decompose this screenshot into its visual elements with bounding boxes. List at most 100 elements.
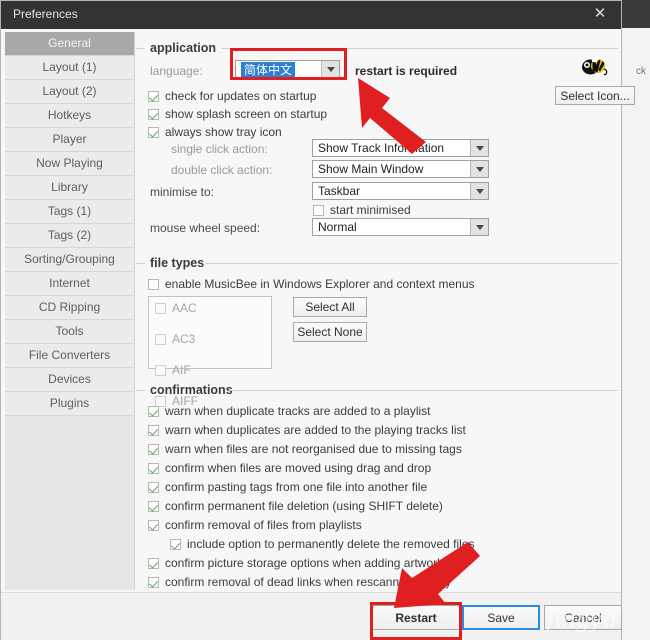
chevron-down-icon[interactable] <box>470 219 488 235</box>
sidebar-item-label: Tags (1) <box>48 204 91 218</box>
sidebar-item-label: Tools <box>55 324 83 338</box>
sidebar-item-label: Player <box>52 132 86 146</box>
checkbox-icon <box>148 109 159 120</box>
file-type-item[interactable]: AAC <box>155 301 277 315</box>
sidebar-item-file-converters[interactable]: File Converters <box>5 344 134 368</box>
checkbox-icon <box>148 463 159 474</box>
app-checkbox-0[interactable]: check for updates on startup <box>148 89 316 103</box>
sidebar-item-label: Layout (2) <box>42 84 96 98</box>
sidebar-item-tags-2[interactable]: Tags (2) <box>5 224 134 248</box>
confirmation-checkbox-2[interactable]: warn when files are not reorganised due … <box>148 442 462 456</box>
sidebar-item-player[interactable]: Player <box>5 128 134 152</box>
sidebar-item-label: Library <box>51 180 88 194</box>
sidebar: General Layout (1) Layout (2) Hotkeys Player… <box>5 32 135 590</box>
start-minimised-checkbox[interactable]: start minimised <box>313 203 411 217</box>
language-label: language: <box>150 64 203 78</box>
chevron-down-icon[interactable] <box>321 61 339 77</box>
language-select[interactable]: 简体中文 <box>235 60 340 78</box>
enable-explorer-integration-checkbox[interactable]: enable MusicBee in Windows Explorer and … <box>148 277 475 291</box>
select-icon-button[interactable]: Select Icon... <box>555 86 635 105</box>
minimise-to-label: minimise to: <box>150 185 214 199</box>
confirmation-checkbox-8[interactable]: confirm picture storage options when add… <box>148 556 443 570</box>
sidebar-item-sorting-grouping[interactable]: Sorting/Grouping <box>5 248 134 272</box>
chevron-down-icon[interactable] <box>470 161 488 177</box>
mouse-wheel-speed-select[interactable]: Normal <box>312 218 489 236</box>
confirmation-label: confirm removal of dead links when resca… <box>165 575 451 589</box>
file-types-list[interactable]: AACAC3AIFAIFF <box>148 296 272 369</box>
checkbox-icon <box>148 279 159 290</box>
sidebar-item-layout-2[interactable]: Layout (2) <box>5 80 134 104</box>
start-minimised-label: start minimised <box>330 203 411 217</box>
restart-button[interactable]: Restart <box>372 605 460 630</box>
sidebar-item-general[interactable]: General <box>5 32 134 56</box>
confirmation-checkbox-6[interactable]: confirm removal of files from playlists <box>148 518 362 532</box>
sidebar-item-label: Layout (1) <box>42 60 96 74</box>
mouse-wheel-speed-label: mouse wheel speed: <box>150 221 260 235</box>
single-click-action-value: Show Track Information <box>313 141 470 155</box>
sidebar-item-internet[interactable]: Internet <box>5 272 134 296</box>
sidebar-item-label: Plugins <box>50 396 89 410</box>
sidebar-item-label: File Converters <box>29 348 110 362</box>
confirmations-group-title: confirmations <box>150 383 233 397</box>
confirmation-checkbox-1[interactable]: warn when duplicates are added to the pl… <box>148 423 466 437</box>
mouse-wheel-speed-value: Normal <box>313 220 470 234</box>
file-type-item[interactable]: AIF <box>155 363 277 377</box>
app-checkbox-2[interactable]: always show tray icon <box>148 125 282 139</box>
confirmation-checkbox-3[interactable]: confirm when files are moved using drag … <box>148 461 431 475</box>
confirmation-label: confirm pasting tags from one file into … <box>165 480 427 494</box>
checkbox-icon <box>155 303 166 314</box>
checkbox-icon <box>148 406 159 417</box>
app-checkbox-label: check for updates on startup <box>165 89 316 103</box>
chevron-down-icon[interactable] <box>470 140 488 156</box>
confirmation-checkbox-0[interactable]: warn when duplicate tracks are added to … <box>148 404 430 418</box>
confirmation-label: include option to permanently delete the… <box>187 537 475 551</box>
double-click-action-value: Show Main Window <box>313 162 470 176</box>
confirmation-checkbox-7[interactable]: include option to permanently delete the… <box>170 537 475 551</box>
chevron-down-icon[interactable] <box>470 183 488 199</box>
sidebar-item-plugins[interactable]: Plugins <box>5 392 134 416</box>
sidebar-item-library[interactable]: Library <box>5 176 134 200</box>
minimise-to-select[interactable]: Taskbar <box>312 182 489 200</box>
sidebar-item-now-playing[interactable]: Now Playing <box>5 152 134 176</box>
checkbox-icon <box>148 425 159 436</box>
confirmation-checkbox-5[interactable]: confirm permanent file deletion (using S… <box>148 499 443 513</box>
sidebar-item-tags-1[interactable]: Tags (1) <box>5 200 134 224</box>
sidebar-item-tools[interactable]: Tools <box>5 320 134 344</box>
checkbox-icon <box>155 334 166 345</box>
confirmation-label: warn when files are not reorganised due … <box>165 442 462 456</box>
confirmation-label: warn when duplicates are added to the pl… <box>165 423 466 437</box>
single-click-action-select[interactable]: Show Track Information <box>312 139 489 157</box>
save-button[interactable]: Save <box>462 605 540 630</box>
sidebar-item-hotkeys[interactable]: Hotkeys <box>5 104 134 128</box>
cancel-button[interactable]: Cancel <box>544 605 622 630</box>
file-type-label: AAC <box>172 301 197 315</box>
settings-panel: application language: 简体中文 restart is re… <box>136 32 618 590</box>
select-all-button[interactable]: Select All <box>293 297 367 317</box>
confirmation-label: confirm permanent file deletion (using S… <box>165 499 443 513</box>
select-none-button[interactable]: Select None <box>293 322 367 342</box>
file-type-label: AIF <box>172 363 191 377</box>
sidebar-item-cd-ripping[interactable]: CD Ripping <box>5 296 134 320</box>
confirmation-checkbox-4[interactable]: confirm pasting tags from one file into … <box>148 480 427 494</box>
checkbox-icon <box>148 127 159 138</box>
sidebar-item-layout-1[interactable]: Layout (1) <box>5 56 134 80</box>
checkbox-icon <box>148 501 159 512</box>
checkbox-icon <box>148 558 159 569</box>
confirmation-checkbox-9[interactable]: confirm removal of dead links when resca… <box>148 575 451 589</box>
file-type-label: AC3 <box>172 332 195 346</box>
sidebar-item-label: Tags (2) <box>48 228 91 242</box>
double-click-action-select[interactable]: Show Main Window <box>312 160 489 178</box>
restart-required-note: restart is required <box>355 64 457 78</box>
sidebar-item-label: Devices <box>48 372 91 386</box>
checkbox-icon <box>148 91 159 102</box>
close-icon[interactable]: ✕ <box>591 5 609 23</box>
title-bar: Preferences ✕ <box>1 1 621 29</box>
checkbox-icon <box>148 577 159 588</box>
sidebar-item-devices[interactable]: Devices <box>5 368 134 392</box>
confirmation-label: confirm when files are moved using drag … <box>165 461 431 475</box>
app-checkbox-1[interactable]: show splash screen on startup <box>148 107 327 121</box>
checkbox-icon <box>170 539 181 550</box>
file-type-item[interactable]: AC3 <box>155 332 277 346</box>
single-click-action-label: single click action: <box>171 142 268 156</box>
checkbox-icon <box>148 444 159 455</box>
